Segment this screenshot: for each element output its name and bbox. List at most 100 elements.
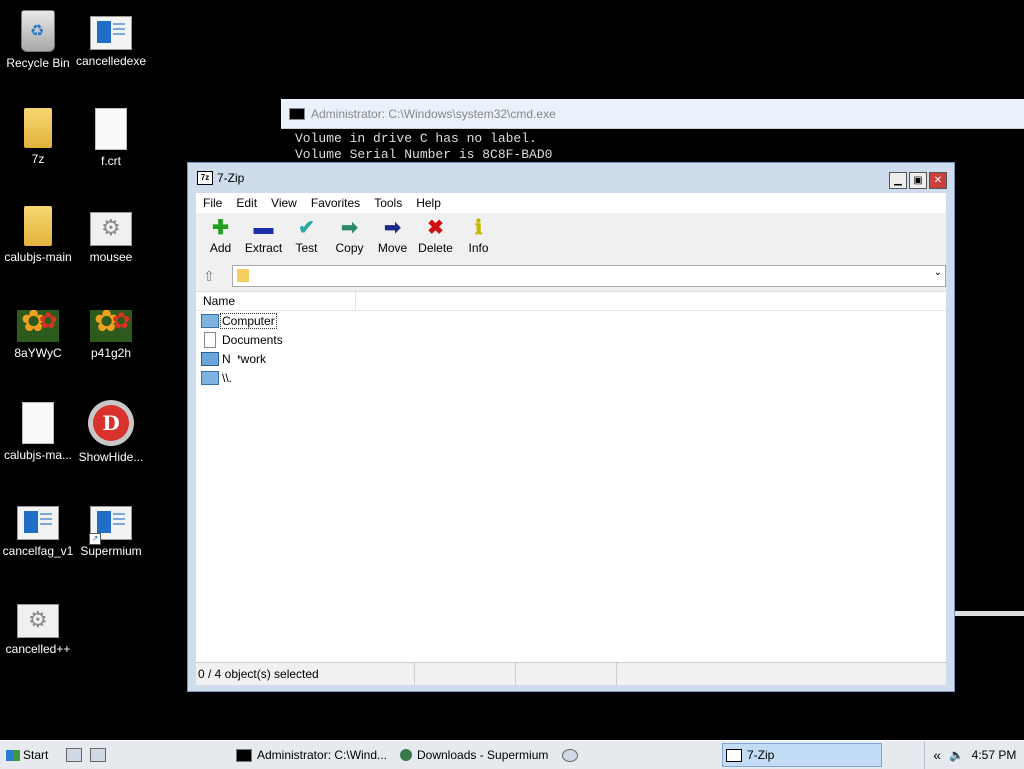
desktop-icon-label: ShowHide... [78,450,144,464]
close-button[interactable]: ✕ [929,172,947,189]
desktop-icon-supermium[interactable]: ↗ Supermium [73,500,149,558]
desktop-icon-calubjs-ma[interactable]: calubjs-ma... [0,402,76,462]
add-icon: ✚ [212,217,229,239]
desktop-icon-label: mousee [89,250,133,264]
address-bar: ⇧ ⌄ [196,263,946,289]
list-item[interactable]: Computer [196,311,946,330]
task-label: 7-Zip [747,748,775,762]
extract-label: Extract [244,241,283,255]
menu-tools[interactable]: Tools [367,196,409,210]
application-icon [90,16,132,50]
browser-icon [400,749,412,761]
desktop-icon-label: f.crt [101,154,121,168]
desktop-icon-p41g2h[interactable]: p41g2h [73,304,149,360]
menu-view[interactable]: View [264,196,304,210]
speaker-icon[interactable]: 🔈 [949,748,964,762]
copy-icon: ➡ [341,217,358,239]
tray-expand-chevron[interactable]: « [933,747,941,763]
add-label: Add [209,241,232,255]
column-header-name[interactable]: Name [196,292,356,310]
task-7zip[interactable]: 7-Zip [722,743,882,767]
up-folder-icon[interactable]: ⇧ [200,267,218,285]
desktop-icon-f-crt[interactable]: f.crt [73,108,149,168]
gear-icon [90,212,132,246]
7zip-app-icon: 7z [197,171,213,185]
toolbar: ✚ Add ▬ Extract ✔ Test ➡ Copy ➡ Move ✖ D… [196,213,946,263]
d-logo-icon: D [88,400,134,446]
move-button[interactable]: ➡ Move [371,213,414,263]
list-item-label: Computer [220,312,277,329]
delete-button[interactable]: ✖ Delete [414,213,457,263]
status-selection: 0 / 4 object(s) selected [196,663,415,685]
document-icon [204,331,216,348]
desktop-icon-label: calubjs-main [4,250,72,264]
show-desktop-icon[interactable] [66,748,83,762]
file-icon [95,108,127,150]
extract-button[interactable]: ▬ Extract [242,213,285,263]
desktop-icon-8aywyc[interactable]: 8aYWyC [0,304,76,360]
add-button[interactable]: ✚ Add [199,213,242,263]
info-button[interactable]: ℹ Info [457,213,500,263]
image-icon [17,310,59,342]
desktop-icon-showhide[interactable]: D ShowHide... [73,400,149,464]
desktop-icon-cancelfag-v1[interactable]: cancelfag_v1 [0,500,76,558]
address-combobox[interactable]: ⌄ [231,265,946,287]
info-label: Info [468,241,489,255]
desktop-icon-7z[interactable]: 7z [0,108,76,166]
7zip-client: File Edit View Favorites Tools Help ✚ Ad… [196,193,946,685]
network-icon [201,351,219,366]
console-titlebar[interactable]: Administrator: C:\Windows\system32\cmd.e… [281,99,1024,129]
file-list[interactable]: Name Computer Documents Network \\. [196,291,946,662]
chevron-down-icon[interactable]: ⌄ [934,267,942,278]
status-pane-3 [516,663,617,685]
menu-edit[interactable]: Edit [229,196,264,210]
desktop-icon-label: Recycle Bin [6,56,70,70]
console-title: Administrator: C:\Windows\system32\cmd.e… [311,106,556,121]
menu-help[interactable]: Help [409,196,448,210]
desktop-icon-calubjs-main[interactable]: calubjs-main [0,206,76,264]
gear-icon [17,604,59,638]
file-icon [22,402,54,444]
clock[interactable]: 4:57 PM [964,748,1024,762]
start-label: Start [23,748,49,762]
image-icon [90,310,132,342]
list-item-label: \\. [222,370,233,385]
desktop-icon-label: p41g2h [90,346,132,360]
recycle-bin-icon [21,10,55,52]
list-item[interactable]: Documents [196,330,946,349]
desktop-icon-label: cancelledexe [75,54,147,68]
list-item[interactable]: \\. [196,368,946,387]
status-pane-2 [415,663,516,685]
task-unnamed[interactable] [562,744,583,766]
test-icon: ✔ [298,217,315,239]
move-icon: ➡ [384,217,401,239]
desktop-icon-mousee[interactable]: mousee [73,206,149,264]
minimize-button[interactable]: ▁ [889,172,907,189]
desktop-icon-label: cancelfag_v1 [2,544,74,558]
menu-bar: File Edit View Favorites Tools Help [196,193,946,213]
desktop-icon-cancelledexe[interactable]: cancelledexe [73,10,149,68]
app-icon [562,748,578,762]
desktop-icon-recycle-bin[interactable]: Recycle Bin [0,10,76,70]
desktop-icon-cancelled-pp[interactable]: cancelled++ [0,598,76,656]
copy-button[interactable]: ➡ Copy [328,213,371,263]
delete-label: Delete [418,241,453,255]
desktop-icon-label: calubjs-ma... [3,448,73,462]
7zip-titlebar[interactable]: 7z 7-Zip ▁ ▣ ✕ [188,163,954,193]
test-button[interactable]: ✔ Test [285,213,328,263]
maximize-button[interactable]: ▣ [909,172,927,189]
menu-favorites[interactable]: Favorites [304,196,367,210]
task-supermium[interactable]: Downloads - Supermium [400,744,548,766]
desktop-icon-label: cancelled++ [5,642,71,656]
quick-launch-icon[interactable] [90,748,107,762]
folder-icon [24,108,52,148]
menu-file[interactable]: File [196,196,229,210]
list-item[interactable]: Network [196,349,946,368]
delete-icon: ✖ [427,217,444,239]
task-console[interactable]: Administrator: C:\Wind... [236,744,387,766]
7zip-window[interactable]: 7z 7-Zip ▁ ▣ ✕ File Edit View Favorites … [187,162,955,692]
start-button[interactable]: Start [6,748,48,762]
folder-icon [236,269,249,282]
console-line: Volume Serial Number is 8C8F-BAD0 [295,147,553,162]
console-icon [289,107,305,120]
